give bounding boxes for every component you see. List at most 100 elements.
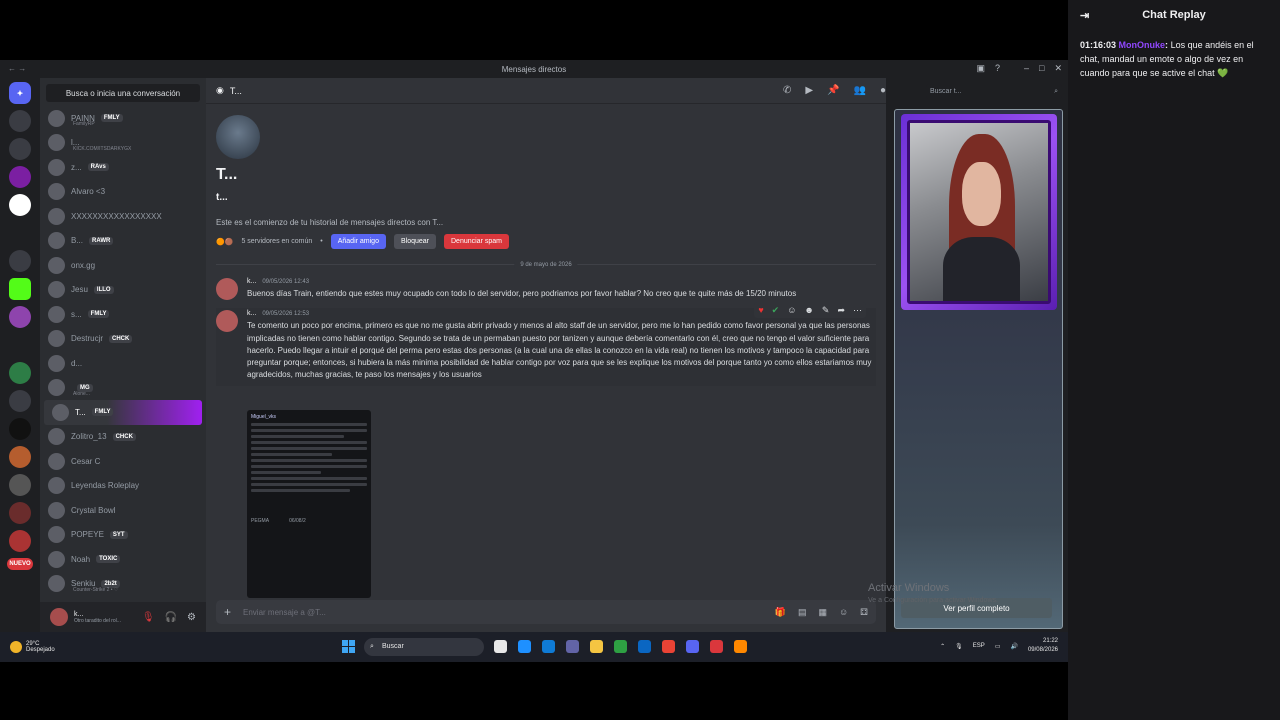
dm-item[interactable]: Cesar C [40,449,206,474]
close-button[interactable]: ✕ [1054,63,1062,74]
windows-start-icon[interactable] [342,640,355,653]
taskbar-search[interactable]: ⌕ Buscar [364,638,484,656]
taskbar-app-icon[interactable] [614,640,627,653]
dm-item[interactable]: Noah TOXIC [40,547,206,572]
edit-icon[interactable]: ✎ [822,304,830,316]
user-avatar[interactable] [50,608,68,626]
message-author[interactable]: k... [247,310,256,317]
server-icon[interactable] [9,194,31,216]
collapse-icon[interactable]: ⇥ [1080,9,1089,22]
minimize-button[interactable]: – [1024,63,1029,74]
taskbar-app-icon[interactable] [638,640,651,653]
sticker-icon[interactable]: ▦ [818,607,827,618]
mic-icon[interactable]: 🎙 [955,643,963,650]
more-icon[interactable]: ⋯ [853,304,862,316]
taskbar-app-icon[interactable] [686,640,699,653]
dm-item[interactable]: l... KICK.COM/ITSDARKYGX [40,131,206,156]
server-icon[interactable] [9,502,31,524]
dm-item[interactable]: Jesu ILLO [40,278,206,303]
dm-search-button[interactable]: Busca o inicia una conversación [46,84,200,102]
server-icon[interactable] [9,530,31,552]
add-friends-to-dm-icon[interactable]: 👥 [854,85,866,96]
chevron-up-icon[interactable]: ⌃ [940,643,945,650]
dm-item[interactable]: MG Alone... [40,376,206,401]
emoji-icon[interactable]: ☺ [839,607,848,618]
add-reaction-icon[interactable]: ☻ [804,304,813,316]
dm-item[interactable]: XXXXXXXXXXXXXXXXX [40,204,206,229]
help-icon[interactable]: ? [995,63,1000,74]
user-profile-icon[interactable]: ● [880,85,886,96]
server-icon[interactable] [9,222,31,244]
dm-item[interactable]: Leyendas Roleplay [40,474,206,499]
inbox-icon[interactable]: ▣ [976,63,985,74]
dm-item[interactable]: Zolitro_13 CHCK [40,425,206,450]
dm-item[interactable]: Alvaro <3 [40,180,206,205]
maximize-button[interactable]: □ [1039,63,1044,74]
server-icon[interactable] [9,362,31,384]
message-author[interactable]: k... [247,278,256,285]
server-icon[interactable] [9,418,31,440]
mutual-servers[interactable]: 5 servidores en común [241,238,312,245]
message-avatar[interactable] [216,310,238,332]
dm-item[interactable]: s... FMLY [40,302,206,327]
check-reaction-icon[interactable]: ✔ [772,304,780,316]
replay-username[interactable]: MonOnuke [1119,40,1166,50]
weather-widget[interactable]: 29°C Despejado [0,641,200,653]
heart-reaction-icon[interactable]: ♥ [758,304,763,316]
taskbar-app-icon[interactable] [710,640,723,653]
taskbar-app-icon[interactable] [542,640,555,653]
report-spam-button[interactable]: Denunciar spam [444,234,509,249]
taskbar-app-icon[interactable] [590,640,603,653]
image-attachment[interactable]: Miguel_vks PEGMA 06/08/2 [247,410,371,598]
add-attachment-icon[interactable]: + [224,605,231,619]
volume-icon[interactable]: 🔊 [1010,643,1017,650]
taskbar-app-icon[interactable] [566,640,579,653]
message-avatar[interactable] [216,278,238,300]
network-icon[interactable]: ▭ [995,643,1001,650]
forward-icon[interactable]: ➦ [837,304,845,316]
dm-item[interactable]: T... FMLY [44,400,202,425]
taskbar-app-icon[interactable] [494,640,507,653]
search-input[interactable]: Buscar t... ⌕ [926,84,1062,99]
dm-item[interactable]: Destrucjr CHCK [40,327,206,352]
headphones-icon[interactable]: 🎧 [165,612,177,623]
dm-item[interactable]: POPEYE SYT [40,523,206,548]
dm-item[interactable]: Crystal Bowl [40,498,206,523]
message-composer[interactable]: + Enviar mensaje a @T... 🎁 ▤ ▦ ☺ ⚃ [216,600,876,624]
settings-gear-icon[interactable]: ⚙ [187,612,196,623]
laugh-reaction-icon[interactable]: ☺ [787,304,796,316]
server-icon[interactable] [9,138,31,160]
dm-item[interactable]: d... [40,351,206,376]
block-button[interactable]: Bloquear [393,234,436,249]
gif-icon[interactable]: ▤ [798,607,807,618]
clock[interactable]: 21:22 09/08/2026 [1028,637,1058,655]
language-indicator[interactable]: ESP [973,643,985,649]
composer-input[interactable]: Enviar mensaje a @T... [243,608,326,617]
taskbar-app-icon[interactable] [734,640,747,653]
profile-avatar[interactable] [216,115,260,159]
dm-item[interactable]: onx.gg [40,253,206,278]
taskbar-app-icon[interactable] [518,640,531,653]
server-icon[interactable] [9,250,31,272]
server-icon[interactable] [9,390,31,412]
add-friend-button[interactable]: Añadir amigo [330,234,386,249]
taskbar-app-icon[interactable] [662,640,675,653]
server-icon[interactable] [9,446,31,468]
pinned-messages-icon[interactable]: 📌 [827,85,839,96]
server-icon[interactable] [9,110,31,132]
kick-server-icon[interactable] [9,278,31,300]
message[interactable]: ♥ ✔ ☺ ☻ ✎ ➦ ⋯ k... 09/05/2026 12:53 Te co… [216,302,876,386]
server-icon[interactable] [9,474,31,496]
server-icon[interactable] [9,166,31,188]
mute-mic-icon[interactable]: 🎙 [142,612,155,623]
dm-item[interactable]: PAINN FMLY FamilyRP [40,106,206,131]
server-icon[interactable] [9,334,31,356]
dm-item[interactable]: Senkiu 2b2t Counter-Strike 2 • ♡ [40,572,206,597]
dm-item[interactable]: z... RAvs [40,155,206,180]
voice-call-icon[interactable]: ✆ [783,85,791,96]
message[interactable]: k... 09/05/2026 12:43 Buenos días Train, … [216,276,876,302]
dm-item[interactable]: B... RAWR [40,229,206,254]
apps-icon[interactable]: ⚃ [860,607,868,618]
nav-arrows[interactable]: ← → [8,64,26,73]
gift-icon[interactable]: 🎁 [775,607,786,618]
